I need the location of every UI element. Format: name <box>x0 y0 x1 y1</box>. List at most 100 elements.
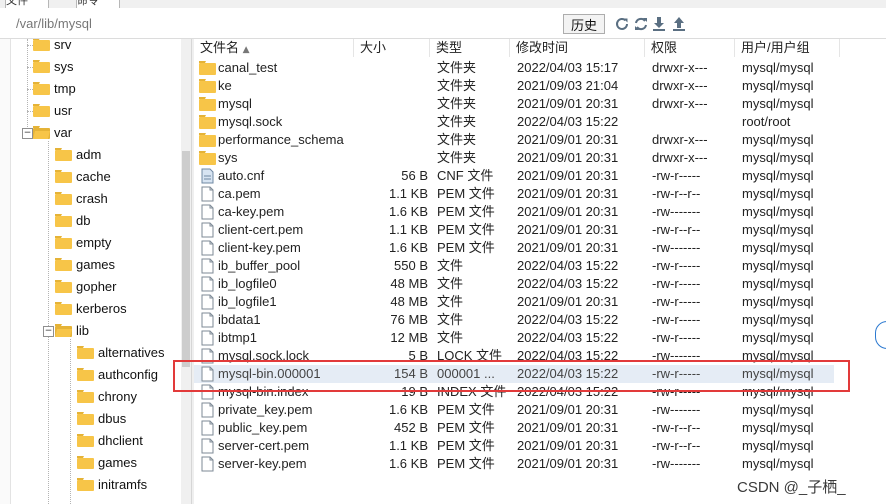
file-modified: 2022/04/03 15:17 <box>517 60 619 75</box>
tree-item-var[interactable]: var <box>33 122 72 144</box>
file-type: PEM 文件 <box>437 420 495 435</box>
file-row[interactable]: ib_logfile0 48 MB 文件 2022/04/03 15:22 -rw-r-… <box>194 275 834 293</box>
tree-item-dhclient[interactable]: dhclient <box>77 430 143 452</box>
file-row[interactable]: ibdata1 76 MB 文件 2022/04/03 15:22 -rw-r-----… <box>194 311 834 329</box>
file-permissions: -rw------- <box>652 402 701 417</box>
file-row[interactable]: server-cert.pem 1.1 KB PEM 文件 2021/09/01 20… <box>194 437 834 455</box>
folder-icon <box>55 192 72 205</box>
file-name: public_key.pem <box>218 420 308 435</box>
file-type: 文件 <box>437 294 464 309</box>
file-modified: 2022/04/03 15:22 <box>517 276 619 291</box>
folder-icon <box>199 79 216 93</box>
tree-scrollbar[interactable] <box>181 39 191 504</box>
file-icon <box>201 456 214 472</box>
file-type: 文件夹 <box>437 96 477 111</box>
file-row[interactable]: canal_test 文件夹 2022/04/03 15:17 drwxr-x--- m… <box>194 59 834 77</box>
file-size: 1.1 KB <box>388 222 428 237</box>
file-name: sys <box>218 150 238 165</box>
folder-icon <box>199 151 216 165</box>
tree-item-empty[interactable]: empty <box>55 232 111 254</box>
tree-item-kerberos[interactable]: kerberos <box>55 298 127 320</box>
file-permissions: -rw-r----- <box>652 294 701 309</box>
tree-item-label: var <box>54 125 73 140</box>
tree-item-dbus[interactable]: dbus <box>77 408 126 430</box>
tree-item-cache[interactable]: cache <box>55 166 111 188</box>
folder-icon <box>55 148 72 161</box>
column-header-owner[interactable]: 用户/用户组 <box>735 39 840 57</box>
tree-item-label: srv <box>54 39 72 52</box>
file-owner: mysql/mysql <box>742 186 814 201</box>
file-owner: mysql/mysql <box>742 240 814 255</box>
tree-item-chrony[interactable]: chrony <box>77 386 137 408</box>
folder-icon <box>33 39 50 51</box>
file-row[interactable]: performance_schema 文件夹 2021/09/01 20:31 drw… <box>194 131 834 149</box>
tree-item-alternatives[interactable]: alternatives <box>77 342 164 364</box>
tree-item-gopher[interactable]: gopher <box>55 276 116 298</box>
file-icon <box>201 402 214 418</box>
file-modified: 2021/09/01 20:31 <box>517 132 619 147</box>
tree-item-db[interactable]: db <box>55 210 90 232</box>
download-icon[interactable] <box>651 16 667 32</box>
tree-item-initramfs[interactable]: initramfs <box>77 474 147 496</box>
column-header-perms[interactable]: 权限 <box>645 39 735 57</box>
file-modified: 2021/09/01 20:31 <box>517 240 619 255</box>
file-modified: 2021/09/01 20:31 <box>517 438 619 453</box>
column-header-name[interactable]: 文件名 ▲ <box>194 39 354 57</box>
collapse-lib-toggle[interactable]: − <box>43 326 54 337</box>
file-size: 48 MB <box>390 294 428 309</box>
file-permissions: drwxr-x--- <box>652 78 708 93</box>
file-modified: 2021/09/03 21:04 <box>517 78 619 93</box>
file-size <box>354 149 428 167</box>
collapse-var-toggle[interactable]: − <box>22 128 33 139</box>
tree-item-adm[interactable]: adm <box>55 144 101 166</box>
file-owner: mysql/mysql <box>742 330 814 345</box>
tree-item-tmp[interactable]: tmp <box>33 78 76 100</box>
tree-item-authconfig[interactable]: authconfig <box>77 364 158 386</box>
path-input[interactable] <box>12 12 560 34</box>
file-row[interactable]: ca.pem 1.1 KB PEM 文件 2021/09/01 20:31 -rw-r-… <box>194 185 834 203</box>
file-row[interactable]: private_key.pem 1.6 KB PEM 文件 2021/09/01 20… <box>194 401 834 419</box>
tree-guide <box>48 141 49 504</box>
refresh-icon[interactable] <box>614 16 630 32</box>
file-row[interactable]: ib_logfile1 48 MB 文件 2021/09/01 20:31 -rw-r-… <box>194 293 834 311</box>
file-row[interactable]: mysql.sock 文件夹 2022/04/03 15:22 root/root <box>194 113 834 131</box>
file-row[interactable]: client-key.pem 1.6 KB PEM 文件 2021/09/01 20:… <box>194 239 834 257</box>
column-header-type[interactable]: 类型 <box>430 39 510 57</box>
sort-asc-icon: ▲ <box>242 45 250 55</box>
file-size: 1.1 KB <box>388 186 428 201</box>
file-row[interactable]: ca-key.pem 1.6 KB PEM 文件 2021/09/01 20:31 -r… <box>194 203 834 221</box>
file-row[interactable]: auto.cnf 56 B CNF 文件 2021/09/01 20:31 -rw-r-… <box>194 167 834 185</box>
file-row[interactable]: ke 文件夹 2021/09/03 21:04 drwxr-x--- mysql/mys… <box>194 77 834 95</box>
file-owner: mysql/mysql <box>742 402 814 417</box>
file-icon <box>201 330 214 346</box>
tree-item-srv[interactable]: srv <box>33 39 71 56</box>
file-row[interactable]: ib_buffer_pool 550 B 文件 2022/04/03 15:22 -rw… <box>194 257 834 275</box>
tree-item-usr[interactable]: usr <box>33 100 72 122</box>
file-icon <box>201 312 214 328</box>
column-header-modified[interactable]: 修改时间 <box>510 39 645 57</box>
history-button[interactable]: 历史 <box>563 14 605 34</box>
file-row[interactable]: ibtmp1 12 MB 文件 2022/04/03 15:22 -rw-r----- m… <box>194 329 834 347</box>
tree-item-lib[interactable]: lib <box>55 320 89 342</box>
sync-icon[interactable] <box>633 16 649 32</box>
file-row[interactable]: sys 文件夹 2021/09/01 20:31 drwxr-x--- mysql/my… <box>194 149 834 167</box>
tree-item-games[interactable]: games <box>55 254 115 276</box>
file-owner: mysql/mysql <box>742 258 814 273</box>
file-owner: mysql/mysql <box>742 96 814 111</box>
tree-scrollbar-thumb[interactable] <box>182 151 190 367</box>
file-type: 文件夹 <box>437 150 477 165</box>
tree-item-sys[interactable]: sys <box>33 56 74 78</box>
file-size <box>354 77 428 95</box>
tab-strip: 文件 命令 <box>0 0 886 9</box>
file-type: PEM 文件 <box>437 222 495 237</box>
open-folder-icon <box>33 126 50 139</box>
tree-item-crash[interactable]: crash <box>55 188 108 210</box>
column-header-size[interactable]: 大小 <box>354 39 430 57</box>
file-row[interactable]: public_key.pem 452 B PEM 文件 2021/09/01 20:3… <box>194 419 834 437</box>
upload-icon[interactable] <box>671 16 687 32</box>
tree-item-games-lib[interactable]: games <box>77 452 137 474</box>
file-row[interactable]: server-key.pem 1.6 KB PEM 文件 2021/09/01 20:… <box>194 455 834 473</box>
file-icon <box>201 222 214 238</box>
file-row[interactable]: client-cert.pem 1.1 KB PEM 文件 2021/09/01 20… <box>194 221 834 239</box>
file-row[interactable]: mysql 文件夹 2021/09/01 20:31 drwxr-x--- mysql/… <box>194 95 834 113</box>
